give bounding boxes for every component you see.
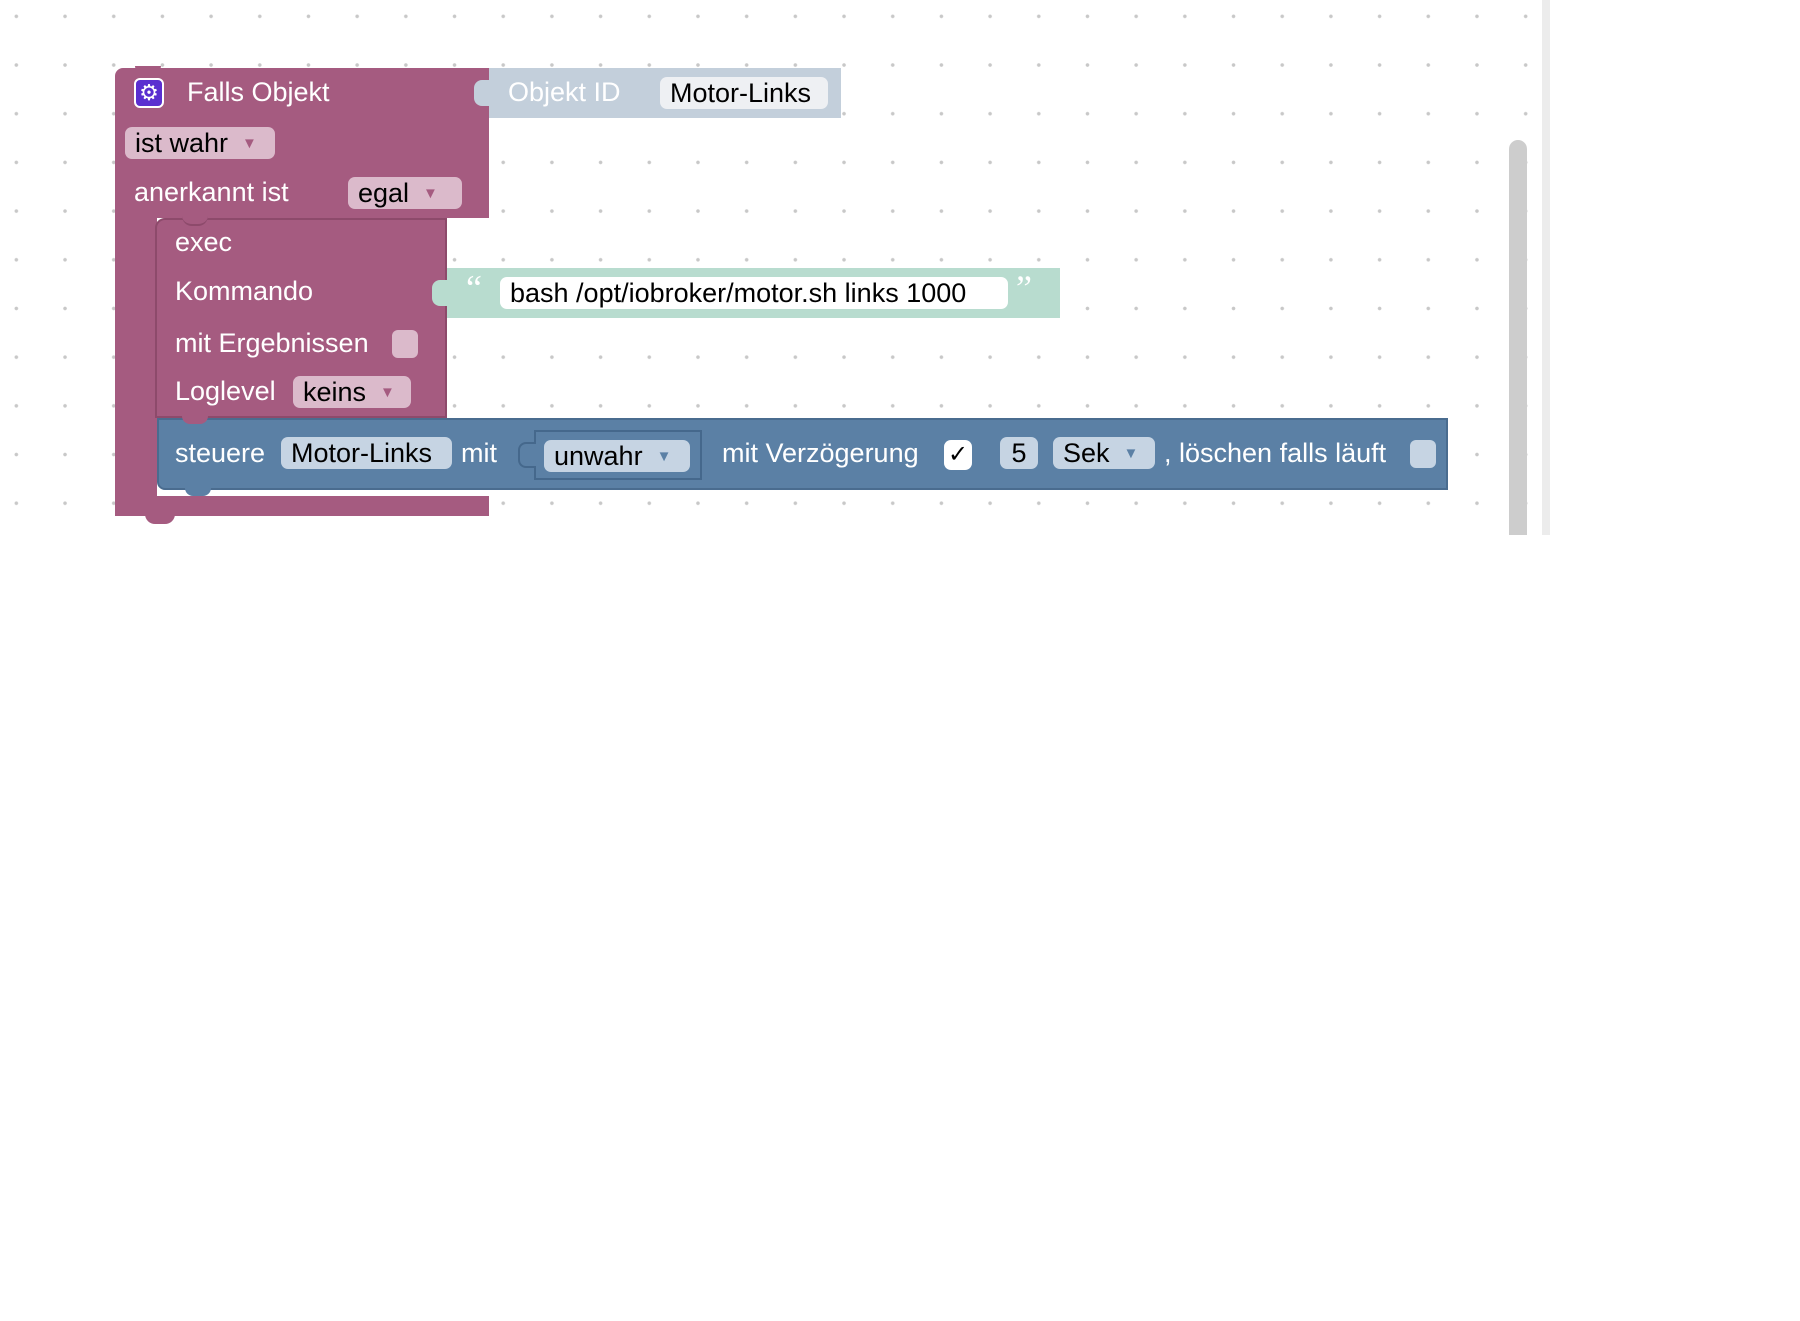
- ack-dropdown[interactable]: egal ▼: [348, 177, 462, 209]
- exec-title: exec: [175, 227, 233, 257]
- command-label: Kommando: [175, 276, 314, 306]
- ack-label: anerkannt ist: [134, 177, 289, 207]
- delay-amount-value: 5: [1011, 438, 1027, 468]
- chevron-down-icon: ▼: [242, 135, 257, 152]
- chevron-down-icon: ▼: [1123, 445, 1139, 462]
- value-value: unwahr: [554, 441, 643, 471]
- loglevel-dropdown[interactable]: keins ▼: [293, 376, 411, 408]
- chevron-down-icon: ▼: [380, 384, 395, 401]
- results-checkbox[interactable]: [392, 330, 418, 358]
- chevron-down-icon: ▼: [656, 448, 672, 465]
- workspace-border: [1542, 0, 1550, 535]
- loglevel-label: Loglevel: [175, 376, 276, 406]
- condition-dropdown[interactable]: ist wahr ▼: [125, 127, 275, 159]
- check-icon: ✓: [947, 441, 969, 468]
- delay-amount-field[interactable]: 5: [1000, 437, 1038, 469]
- loglevel-value: keins: [303, 377, 367, 407]
- ack-value: egal: [358, 178, 410, 208]
- open-quote-icon: “: [466, 268, 482, 308]
- delay-checkbox[interactable]: ✓: [944, 440, 972, 470]
- command-value: bash /opt/iobroker/motor.sh links 1000: [510, 278, 967, 308]
- chevron-down-icon: ▼: [423, 185, 438, 202]
- results-label: mit Ergebnissen: [175, 328, 369, 358]
- event-title: Falls Objekt: [187, 77, 330, 107]
- delay-unit-value: Sek: [1063, 438, 1110, 468]
- delay-label: mit Verzögerung: [722, 438, 919, 468]
- value-dropdown[interactable]: unwahr ▼: [544, 440, 690, 472]
- clear-checkbox[interactable]: [1410, 440, 1436, 468]
- clear-label: , löschen falls läuft: [1164, 438, 1387, 468]
- gear-icon[interactable]: ⚙: [134, 78, 164, 108]
- close-quote-icon: ”: [1016, 268, 1032, 308]
- delay-unit-dropdown[interactable]: Sek ▼: [1053, 437, 1155, 469]
- object-id-value: Motor-Links: [670, 78, 812, 108]
- object-id-label: Objekt ID: [508, 77, 621, 107]
- blockly-workspace[interactable]: ⚙ Falls Objekt ist wahr ▼ anerkannt ist e…: [0, 0, 1542, 535]
- control-label: steuere: [175, 438, 266, 468]
- control-target-value: Motor-Links: [291, 438, 433, 468]
- control-target-field[interactable]: Motor-Links: [281, 437, 452, 469]
- with-label: mit: [461, 438, 497, 468]
- command-text-field[interactable]: bash /opt/iobroker/motor.sh links 1000: [500, 277, 1008, 309]
- object-id-field[interactable]: Motor-Links: [660, 77, 828, 109]
- condition-value: ist wahr: [135, 128, 229, 158]
- vertical-scrollbar[interactable]: [1509, 140, 1527, 535]
